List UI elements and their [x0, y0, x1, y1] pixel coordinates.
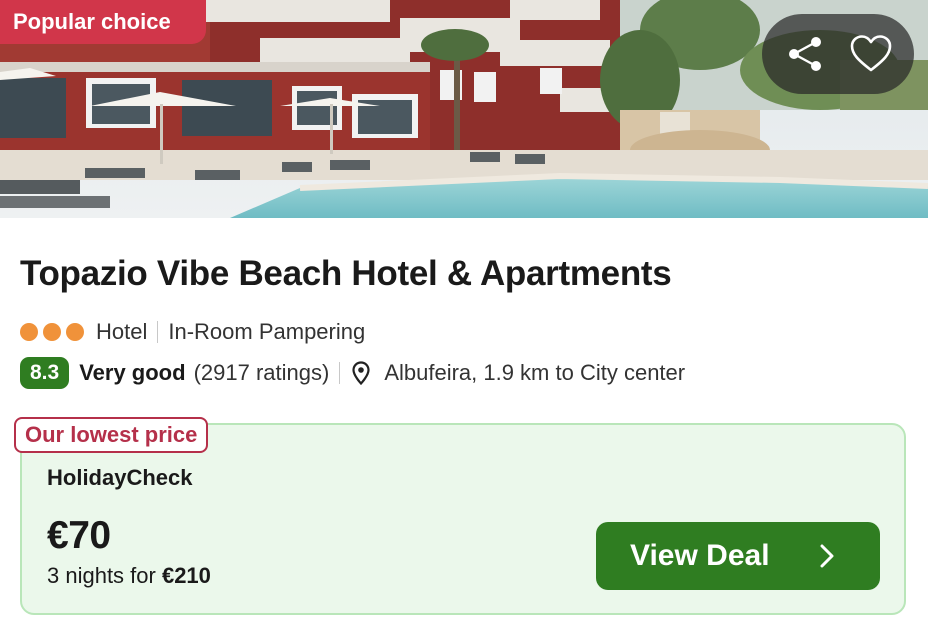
popular-choice-badge: Popular choice — [0, 0, 206, 44]
property-type: Hotel — [96, 319, 148, 344]
star-dot-icon — [66, 323, 84, 341]
location-pin-icon — [352, 361, 370, 385]
divider — [157, 321, 159, 343]
view-deal-button[interactable]: View Deal — [596, 522, 880, 590]
share-icon — [789, 37, 821, 71]
hotel-name[interactable]: Topazio Vibe Beach Hotel & Apartments — [20, 254, 672, 294]
deal-provider: HolidayCheck — [47, 465, 193, 490]
share-button[interactable] — [777, 26, 833, 82]
total-price-line: 3 nights for €210 — [47, 563, 211, 589]
ratings-count[interactable]: (2917 ratings) — [194, 360, 330, 386]
rating-row: 8.3 Very good (2917 ratings) Albufeira, … — [20, 357, 685, 389]
hero-actions-bar — [762, 14, 914, 94]
hotel-meta: Hotel In-Room Pampering — [20, 318, 365, 346]
hotel-feature: In-Room Pampering — [168, 319, 366, 344]
chevron-right-icon — [820, 544, 834, 568]
star-dot-icon — [43, 323, 61, 341]
hotel-location[interactable]: Albufeira, 1.9 km to City center — [384, 360, 685, 386]
favorite-button[interactable] — [843, 26, 899, 82]
star-dot-icon — [20, 323, 38, 341]
view-deal-label: View Deal — [630, 539, 770, 572]
heart-icon — [850, 35, 892, 72]
review-verdict: Very good — [79, 360, 186, 385]
lowest-price-tag: Our lowest price — [14, 417, 209, 453]
nights-label: 3 nights for — [47, 563, 162, 588]
star-rating — [20, 323, 84, 341]
nightly-price: €70 — [47, 514, 111, 557]
divider — [339, 362, 341, 384]
review-score-badge: 8.3 — [20, 357, 70, 389]
total-price: €210 — [161, 563, 211, 588]
